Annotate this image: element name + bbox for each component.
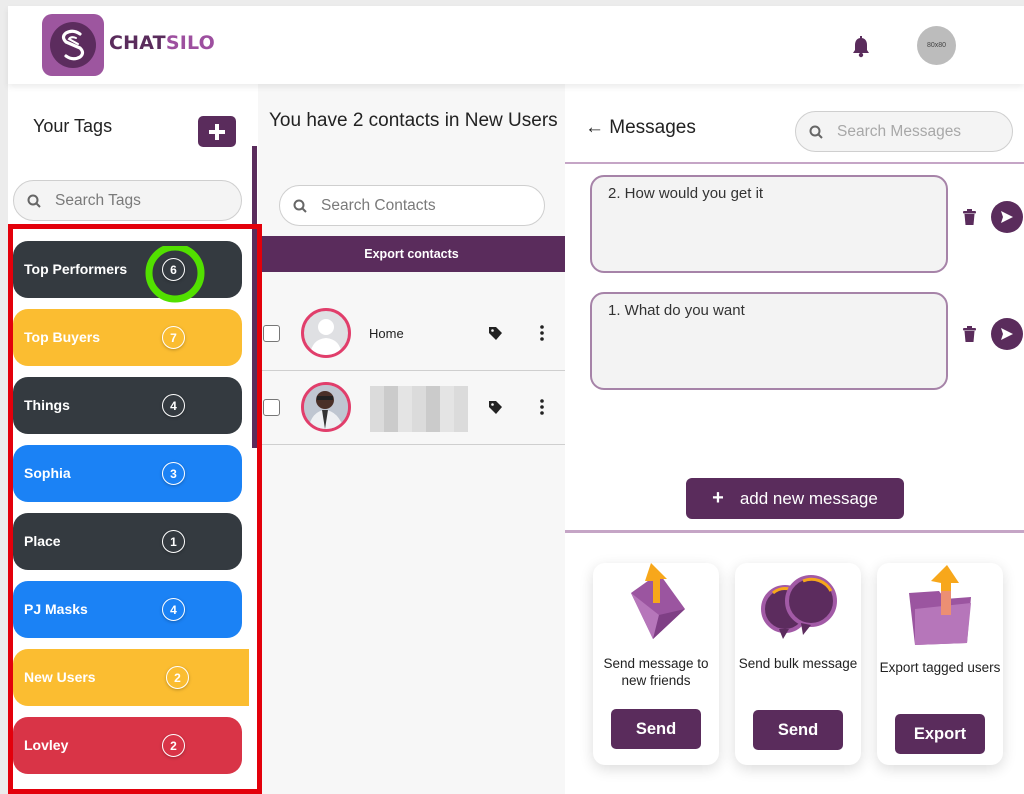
contact-row[interactable]: Home — [258, 298, 565, 371]
export-tagged-button[interactable]: Export — [895, 714, 985, 754]
more-options-icon[interactable] — [540, 399, 544, 415]
search-contacts-placeholder: Search Contacts — [321, 196, 436, 214]
send-message-button[interactable] — [991, 318, 1023, 350]
contacts-title: You have 2 contacts in New Users — [269, 110, 558, 131]
tag-label: Lovley — [24, 737, 69, 753]
add-tag-button[interactable] — [198, 116, 236, 147]
tag-label: PJ Masks — [24, 601, 88, 617]
messages-title: Messages — [609, 117, 696, 138]
tag-label: Top Buyers — [24, 329, 100, 345]
messages-header[interactable]: ← Messages — [585, 117, 696, 139]
bell-icon[interactable] — [850, 36, 872, 62]
search-icon — [27, 194, 41, 208]
contact-checkbox[interactable] — [263, 325, 280, 342]
tag-new-users[interactable]: New Users 2 — [13, 649, 249, 706]
send-bulk-button[interactable]: Send — [753, 710, 843, 750]
tag-count-badge: 7 — [162, 326, 185, 349]
send-icon — [1001, 211, 1013, 223]
action-card-send-new-friends: Send message to new friends Send — [593, 563, 719, 765]
contacts-panel: You have 2 contacts in New Users Search … — [258, 84, 565, 794]
more-options-icon[interactable] — [540, 325, 544, 341]
tags-scrollbar[interactable] — [252, 146, 257, 448]
plus-icon: + — [712, 487, 724, 509]
tag-label: Top Performers — [24, 261, 128, 277]
envelope-upload-icon — [631, 563, 685, 639]
folder-export-icon — [909, 565, 971, 645]
contact-checkbox[interactable] — [263, 399, 280, 416]
tag-icon[interactable] — [488, 326, 503, 341]
action-description: Send message to new friends — [603, 656, 709, 688]
tag-label: Place — [24, 533, 61, 549]
export-contacts-button[interactable]: Export contacts — [258, 236, 565, 272]
search-messages-placeholder: Search Messages — [837, 122, 962, 140]
search-tags-input[interactable]: Search Tags — [13, 180, 242, 221]
search-contacts-input[interactable]: Search Contacts — [279, 185, 545, 226]
tag-count-badge: 1 — [162, 530, 185, 553]
tags-panel: Your Tags Search Tags Top Performers 6 T… — [8, 84, 258, 794]
trash-icon[interactable] — [963, 209, 976, 225]
tag-count-badge: 2 — [166, 666, 189, 689]
highlight-circle-annotation — [145, 246, 205, 303]
tag-sophia[interactable]: Sophia 3 — [13, 445, 242, 502]
tag-things[interactable]: Things 4 — [13, 377, 242, 434]
search-icon — [809, 125, 823, 139]
tag-pj-masks[interactable]: PJ Masks 4 — [13, 581, 242, 638]
user-avatar[interactable]: 80x80 — [917, 26, 956, 65]
contact-name-redacted — [370, 386, 468, 432]
tag-count-badge: 2 — [162, 734, 185, 757]
tag-top-buyers[interactable]: Top Buyers 7 — [13, 309, 242, 366]
add-new-message-button[interactable]: + add new message — [686, 478, 904, 519]
tag-count-badge: 4 — [162, 598, 185, 621]
photo-avatar-icon — [301, 382, 351, 432]
tag-lovley[interactable]: Lovley 2 — [13, 717, 242, 774]
brand-part-chat: CHAT — [109, 32, 166, 54]
tag-count-badge: 4 — [162, 394, 185, 417]
search-tags-placeholder: Search Tags — [55, 191, 141, 209]
send-message-button[interactable] — [991, 201, 1023, 233]
brand-part-silo: SILO — [165, 32, 215, 54]
trash-icon[interactable] — [963, 326, 976, 342]
tag-place[interactable]: Place 1 — [13, 513, 242, 570]
header-divider — [565, 162, 1024, 164]
tag-count-badge: 3 — [162, 462, 185, 485]
brand-name: CHATSILO — [109, 32, 215, 54]
chatsilo-logo-icon[interactable] — [42, 14, 104, 76]
tag-label: Things — [24, 397, 70, 413]
message-textarea[interactable]: 2. How would you get it — [590, 175, 948, 273]
send-new-friends-button[interactable]: Send — [611, 709, 701, 749]
action-card-export-tagged: Export tagged users Export — [877, 563, 1003, 765]
tags-title: Your Tags — [33, 116, 113, 136]
tag-icon[interactable] — [488, 400, 503, 415]
top-header: CHATSILO 80x80 — [8, 6, 1024, 84]
tag-label: Sophia — [24, 465, 71, 481]
messages-panel: ← Messages Search Messages 2. How would … — [565, 84, 1024, 794]
send-icon — [1001, 328, 1013, 340]
action-description: Send bulk message — [738, 656, 858, 671]
section-divider — [565, 530, 1024, 533]
tag-label: New Users — [24, 669, 96, 685]
message-textarea[interactable]: 1. What do you want — [590, 292, 948, 390]
search-messages-input[interactable]: Search Messages — [795, 111, 1013, 152]
action-description: Export tagged users — [879, 660, 1001, 675]
action-card-send-bulk: Send bulk message Send — [735, 563, 861, 765]
chat-bubbles-icon — [761, 575, 837, 639]
app-window: CHATSILO 80x80 Your Tags Search Tags Top… — [8, 6, 1024, 794]
search-icon — [293, 199, 307, 213]
arrow-left-icon[interactable]: ← — [585, 117, 604, 138]
contact-name: Home — [369, 326, 404, 341]
plus-icon — [209, 123, 225, 140]
default-avatar-icon — [301, 308, 351, 358]
add-new-message-label: add new message — [739, 488, 878, 508]
contact-row[interactable] — [258, 372, 565, 445]
